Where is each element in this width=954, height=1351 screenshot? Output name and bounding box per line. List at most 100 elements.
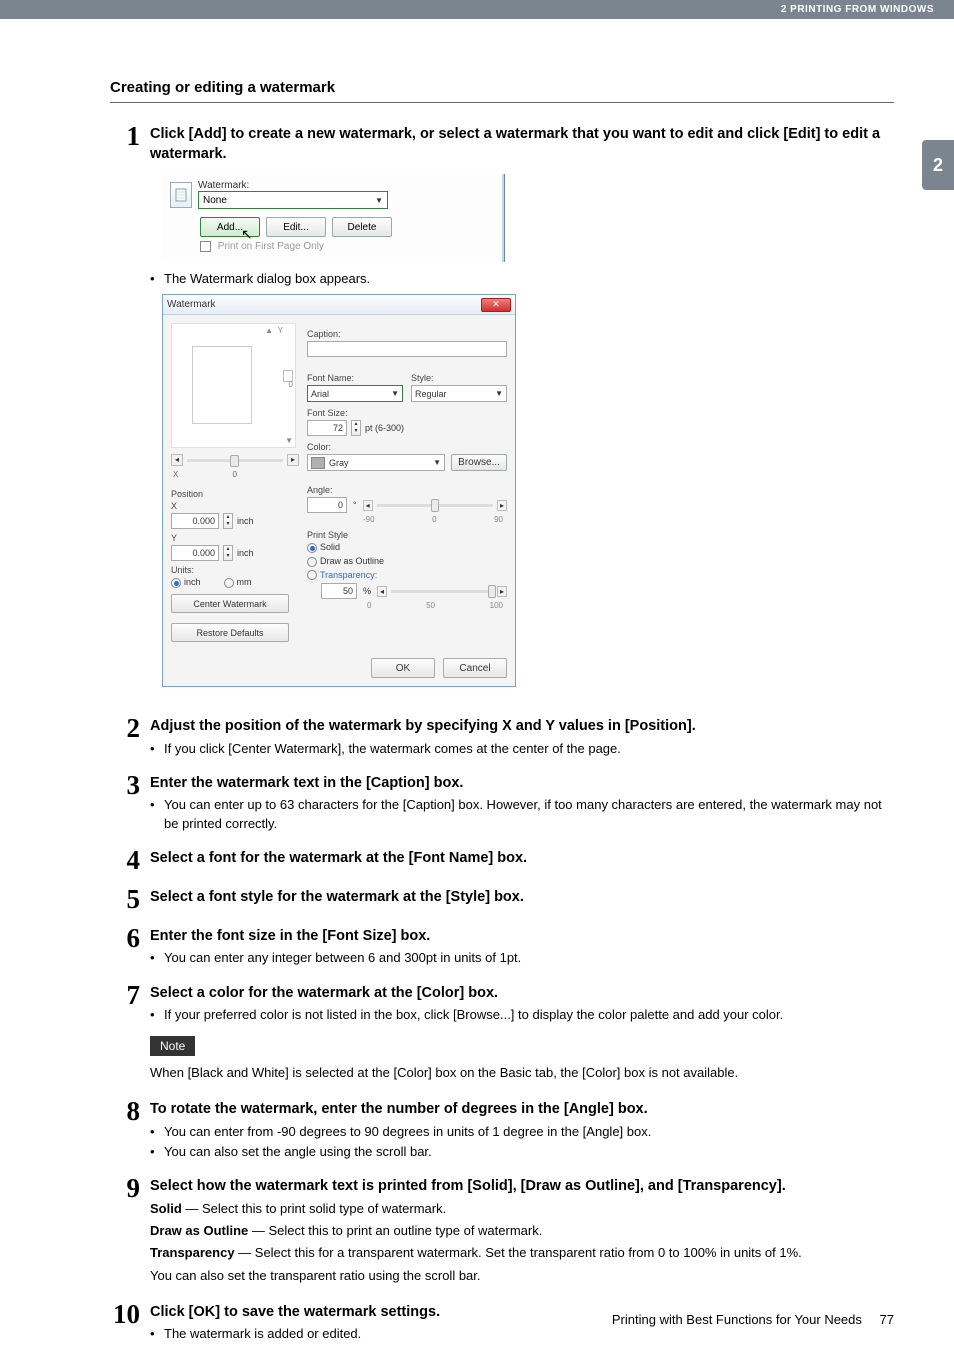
transparency-input[interactable]: 50 xyxy=(321,583,357,599)
fontsize-range: pt (6-300) xyxy=(365,423,404,433)
unit-mm-label: mm xyxy=(237,577,252,587)
slider-left-icon[interactable]: ◂ xyxy=(171,454,183,466)
style-dropdown[interactable]: Regular ▼ xyxy=(411,385,507,402)
edit-button-label: Edit... xyxy=(283,222,309,233)
center-watermark-button[interactable]: Center Watermark xyxy=(171,594,289,613)
delete-button[interactable]: Delete xyxy=(332,217,392,237)
step-1-note: The Watermark dialog box appears. xyxy=(164,270,370,288)
slider-left-icon[interactable]: ◂ xyxy=(363,500,373,511)
step-1: 1 Click [Add] to create a new watermark,… xyxy=(110,123,894,703)
pos-x-label: X xyxy=(171,501,299,511)
fontsize-spinner[interactable]: ▴▾ xyxy=(351,420,361,436)
cancel-button[interactable]: Cancel xyxy=(443,658,507,678)
close-button[interactable]: ✕ xyxy=(481,298,511,312)
page-content: Creating or editing a watermark 1 Click … xyxy=(0,19,954,1345)
watermark-dropdown-value: None xyxy=(203,195,227,206)
transparency-desc: — Select this for a transparent watermar… xyxy=(235,1245,802,1260)
fontsize-label: Font Size: xyxy=(307,408,507,418)
chevron-down-icon: ▼ xyxy=(391,389,399,398)
step-bullet: You can enter up to 63 characters for th… xyxy=(164,796,894,832)
bullet-icon: • xyxy=(150,740,164,758)
slider-thumb[interactable] xyxy=(431,499,439,512)
outline-desc: — Select this to print an outline type o… xyxy=(248,1223,542,1238)
pos-x-spinner[interactable]: ▴▾ xyxy=(223,513,233,529)
fontname-dropdown[interactable]: Arial ▼ xyxy=(307,385,403,402)
step-heading: Adjust the position of the watermark by … xyxy=(150,717,894,737)
step-bullet: You can enter any integer between 6 and … xyxy=(164,949,521,967)
slider-left-icon[interactable]: ◂ xyxy=(377,586,387,597)
add-button[interactable]: Add... ↖ xyxy=(200,217,260,237)
transparency-pct-label: % xyxy=(363,586,371,596)
page-footer: Printing with Best Functions for Your Ne… xyxy=(612,1312,894,1327)
axis-arrow-icon: ▲ xyxy=(265,326,273,335)
slider-thumb[interactable] xyxy=(488,585,496,598)
xy-x-label: X xyxy=(173,470,178,479)
step-number: 10 xyxy=(110,1301,150,1328)
angle-slider[interactable]: ◂ ▸ xyxy=(363,500,507,511)
angle-max: 90 xyxy=(494,515,503,524)
color-dropdown[interactable]: Gray ▼ xyxy=(307,454,445,471)
step-9: 9 Select how the watermark text is print… xyxy=(110,1175,894,1288)
color-swatch-icon xyxy=(311,457,325,469)
step-number: 8 xyxy=(110,1098,150,1125)
dialog-title: Watermark xyxy=(167,299,216,310)
axis-arrow-down-icon: ▼ xyxy=(285,436,293,445)
footer-text: Printing with Best Functions for Your Ne… xyxy=(612,1312,862,1327)
step-heading: To rotate the watermark, enter the numbe… xyxy=(150,1100,894,1120)
browse-button[interactable]: Browse... xyxy=(451,454,507,471)
page-number: 77 xyxy=(880,1312,894,1327)
pos-x-input[interactable]: 0.000 xyxy=(171,513,219,529)
bullet-icon: • xyxy=(150,949,164,967)
section-divider xyxy=(110,102,894,103)
printstyle-label: Print Style xyxy=(307,530,507,540)
transparency-extra: You can also set the transparent ratio u… xyxy=(150,1267,894,1285)
outline-term: Draw as Outline xyxy=(150,1223,248,1238)
fontname-label: Font Name: xyxy=(307,373,403,383)
slider-right-icon[interactable]: ▸ xyxy=(497,586,507,597)
step-number: 9 xyxy=(110,1175,150,1202)
angle-degree-label: ° xyxy=(353,500,357,510)
preview-page xyxy=(192,346,252,424)
restore-defaults-button[interactable]: Restore Defaults xyxy=(171,623,289,642)
bullet-icon: • xyxy=(150,1325,164,1343)
outline-radio[interactable] xyxy=(307,557,317,567)
ok-button[interactable]: OK xyxy=(371,658,435,678)
style-label: Style: xyxy=(411,373,507,383)
delete-button-label: Delete xyxy=(348,222,377,233)
edit-button[interactable]: Edit... xyxy=(266,217,326,237)
first-page-checkbox[interactable] xyxy=(200,241,211,252)
step-bullet: You can enter from -90 degrees to 90 deg… xyxy=(164,1123,651,1141)
slider-thumb[interactable] xyxy=(230,455,239,467)
unit-inch-label: inch xyxy=(184,577,201,587)
unit-inch-radio[interactable] xyxy=(171,578,181,588)
slider-right-icon[interactable]: ▸ xyxy=(497,500,507,511)
trans-0: 0 xyxy=(367,601,371,610)
solid-radio[interactable] xyxy=(307,543,317,553)
unit-mm-radio[interactable] xyxy=(224,578,234,588)
slider-right-icon[interactable]: ▸ xyxy=(287,454,299,466)
fontsize-input[interactable]: 72 xyxy=(307,420,347,436)
watermark-panel-screenshot: Watermark: None ▼ Add... ↖ Edit... Delet… xyxy=(162,174,502,262)
xy-zero-label: 0 xyxy=(232,470,236,479)
angle-input[interactable]: 0 xyxy=(307,497,347,513)
transparency-radio[interactable] xyxy=(307,570,317,580)
transparency-slider[interactable]: ◂ ▸ xyxy=(377,586,507,597)
watermark-dialog-screenshot: Watermark ✕ ▲ Y 0 ▼ xyxy=(162,294,516,687)
pos-x-unit: inch xyxy=(237,516,254,526)
header-breadcrumb: 2 PRINTING FROM WINDOWS xyxy=(0,0,954,19)
pos-y-spinner[interactable]: ▴▾ xyxy=(223,545,233,561)
caption-input[interactable] xyxy=(307,341,507,357)
chevron-down-icon: ▼ xyxy=(375,196,383,205)
chevron-down-icon: ▼ xyxy=(433,458,441,467)
step-3: 3 Enter the watermark text in the [Capti… xyxy=(110,772,894,835)
angle-label: Angle: xyxy=(307,485,507,495)
horizontal-slider[interactable]: ◂ ▸ xyxy=(171,452,299,468)
step-5: 5 Select a font style for the watermark … xyxy=(110,886,894,913)
solid-term: Solid xyxy=(150,1201,182,1216)
step-heading: Select a font for the watermark at the [… xyxy=(150,849,894,869)
watermark-dropdown[interactable]: None ▼ xyxy=(198,191,388,209)
preview-area: ▲ Y 0 ▼ xyxy=(171,323,296,448)
pos-y-input[interactable]: 0.000 xyxy=(171,545,219,561)
angle-min: -90 xyxy=(363,515,375,524)
step-heading: Select a color for the watermark at the … xyxy=(150,984,894,1004)
